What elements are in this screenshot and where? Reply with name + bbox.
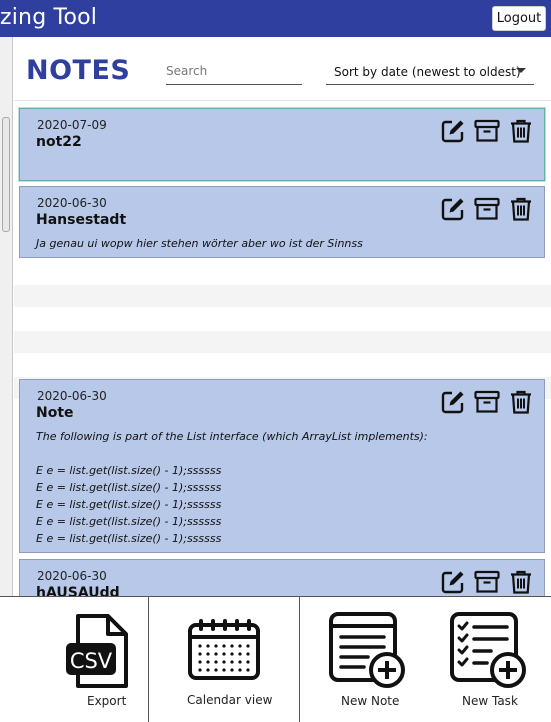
csv-text: CSV	[70, 649, 113, 673]
chevron-down-icon	[516, 68, 526, 73]
edit-icon[interactable]	[440, 569, 466, 595]
bottom-toolbar: CSV Export Calendar view New Note New Ta…	[0, 596, 551, 722]
new-note-icon	[329, 612, 405, 688]
note-actions	[440, 389, 534, 415]
trash-icon[interactable]	[508, 389, 534, 415]
new-task-label: New Task	[462, 694, 518, 708]
calendar-icon	[188, 619, 260, 680]
app-title: zing Tool	[0, 5, 98, 30]
note-date: 2020-06-30	[37, 196, 107, 210]
empty-row	[14, 331, 551, 353]
edit-icon[interactable]	[440, 118, 466, 144]
note-card[interactable]: 2020-06-30 Hansestadt Ja genau ui wopw h…	[19, 186, 545, 258]
note-actions	[440, 196, 534, 222]
note-title: not22	[36, 134, 82, 150]
notes-list[interactable]: 2020-07-09 not22 2020-06-30 Hansestadt J…	[14, 100, 551, 596]
export-button[interactable]: CSV Export	[0, 597, 148, 722]
note-title: Note	[36, 405, 74, 421]
new-task-icon	[450, 612, 526, 688]
scrollbar-thumb[interactable]	[2, 117, 10, 232]
archive-icon[interactable]	[474, 196, 500, 222]
empty-row	[14, 285, 551, 307]
csv-file-icon: CSV	[66, 614, 128, 688]
note-date: 2020-06-30	[37, 569, 107, 583]
new-note-button[interactable]: New Note	[300, 597, 426, 722]
archive-icon[interactable]	[474, 389, 500, 415]
note-date: 2020-06-30	[37, 389, 107, 403]
note-title: Hansestadt	[36, 212, 127, 228]
archive-icon[interactable]	[474, 569, 500, 595]
search-input[interactable]	[166, 60, 302, 82]
title-bar: zing Tool Logout	[0, 0, 551, 37]
calendar-view-label: Calendar view	[187, 693, 273, 707]
note-actions	[440, 569, 534, 595]
note-card[interactable]: 2020-06-30 hAUSAUdd	[19, 559, 545, 596]
calendar-view-button[interactable]: Calendar view	[149, 597, 299, 722]
note-card[interactable]: 2020-06-30 Note The following is part of…	[19, 379, 545, 553]
page-title: NOTES	[26, 55, 131, 86]
note-body: Ja genau ui wopw hier stehen wörter aber…	[36, 237, 363, 250]
trash-icon[interactable]	[508, 118, 534, 144]
export-label: Export	[87, 694, 127, 708]
logout-button[interactable]: Logout	[492, 6, 546, 31]
search-field	[166, 60, 302, 85]
edit-icon[interactable]	[440, 196, 466, 222]
sort-select[interactable]: Sort by date (newest to oldest)	[326, 60, 534, 85]
new-task-button[interactable]: New Task	[426, 597, 551, 722]
new-note-label: New Note	[341, 694, 400, 708]
trash-icon[interactable]	[508, 569, 534, 595]
note-body: The following is part of the List interf…	[36, 430, 428, 545]
edit-icon[interactable]	[440, 389, 466, 415]
trash-icon[interactable]	[508, 196, 534, 222]
note-actions	[440, 118, 534, 144]
archive-icon[interactable]	[474, 118, 500, 144]
note-card[interactable]: 2020-07-09 not22	[19, 108, 545, 181]
note-date: 2020-07-09	[37, 118, 107, 132]
note-title: hAUSAUdd	[36, 585, 120, 596]
sort-selected-value: Sort by date (newest to oldest)	[334, 65, 521, 79]
left-scrollbar[interactable]	[0, 37, 13, 597]
